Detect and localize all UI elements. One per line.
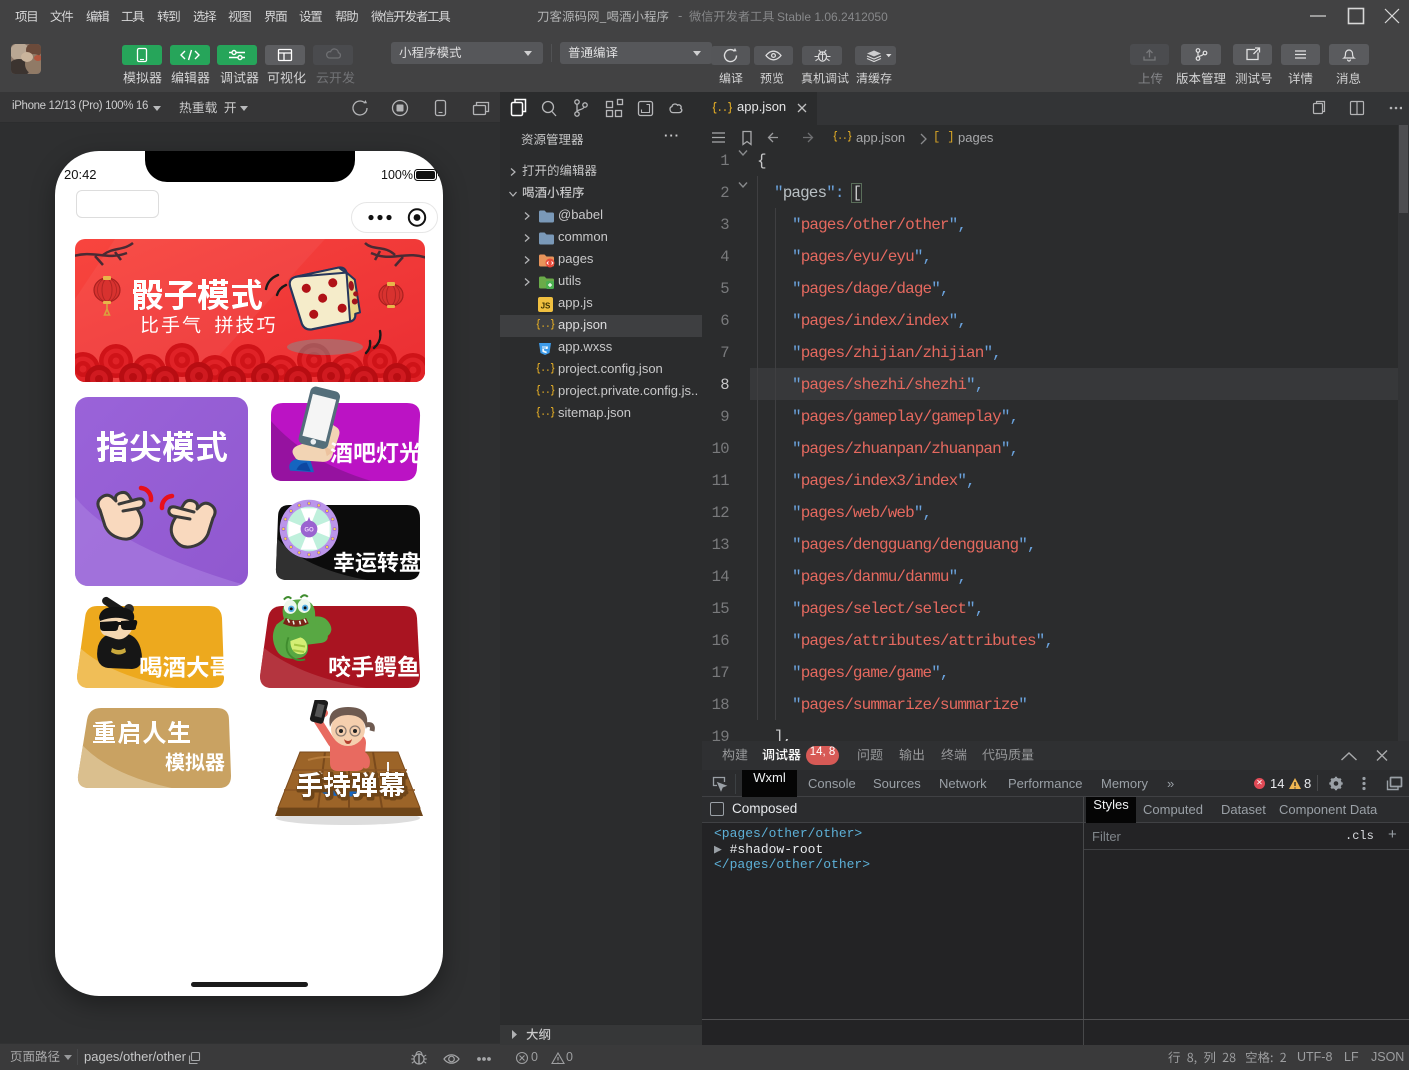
svg-text:JS: JS [541,302,551,311]
svg-text:GO: GO [304,527,314,533]
